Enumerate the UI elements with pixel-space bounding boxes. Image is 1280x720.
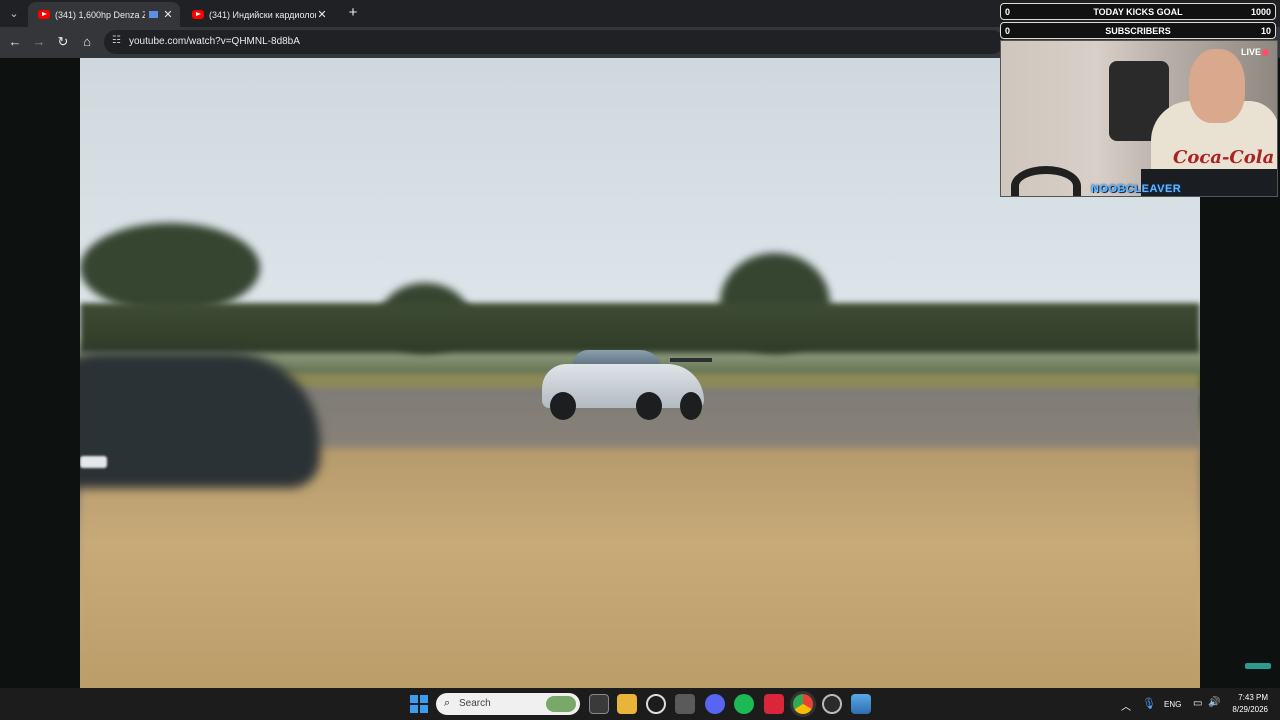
racing-wheel	[1011, 166, 1081, 196]
tab-title: (341) Индийски кардиолог ме	[209, 9, 316, 20]
live-badge: LIVE	[1241, 47, 1269, 57]
store-icon[interactable]	[675, 694, 695, 714]
youtube-icon	[38, 10, 50, 19]
chrome-icon[interactable]	[793, 694, 813, 714]
language-indicator[interactable]: ENG	[1164, 700, 1181, 709]
obs-icon[interactable]	[822, 694, 842, 714]
taskbar-search[interactable]: ⌕ Search	[436, 693, 580, 715]
network-icon[interactable]: ▭	[1193, 698, 1202, 709]
close-tab-icon[interactable]: ✕	[162, 8, 174, 21]
tab-title: (341) 1,600hp Denza Z v La	[55, 9, 145, 20]
silver-sports-car	[542, 350, 712, 420]
subs-label: SUBSCRIBERS	[1105, 26, 1171, 36]
file-explorer-icon[interactable]	[617, 694, 637, 714]
tray-overflow-icon[interactable]: ︿	[1121, 698, 1131, 713]
reload-icon[interactable]: ↻	[54, 33, 72, 51]
tab-cardiologist-video[interactable]: (341) Индийски кардиолог ме ✕	[182, 2, 334, 27]
task-view-icon[interactable]	[589, 694, 609, 714]
shirt-logo: Coca-Cola	[1173, 147, 1275, 168]
microphone-icon[interactable]: 🎙	[1142, 697, 1156, 710]
subs-current: 0	[1005, 26, 1011, 36]
red-app-icon[interactable]	[764, 694, 784, 714]
clock-date[interactable]: 8/29/2026	[1224, 705, 1268, 714]
tab-search-chevron-icon[interactable]: ⌄	[4, 4, 24, 24]
search-highlight-icon	[546, 696, 576, 712]
windows-start-icon[interactable]	[409, 694, 429, 714]
webcam-overlay: Coca-Cola LIVE NOOBCLEAVER	[1000, 40, 1278, 197]
subs-target: 10	[1260, 26, 1271, 36]
tab-denza-video[interactable]: (341) 1,600hp Denza Z v La ✕	[28, 2, 180, 27]
goal-current: 0	[1005, 7, 1011, 17]
address-bar[interactable]: ☷ youtube.com/watch?v=QHMNL-8d8bA	[104, 30, 1004, 54]
treeline	[80, 303, 1200, 353]
back-arrow-icon[interactable]: ←	[6, 33, 24, 51]
home-icon[interactable]: ⌂	[78, 33, 96, 51]
dark-car	[80, 353, 320, 488]
windows-taskbar: ⌕ Search ︿ 🎙 ENG ▭ 🔊 7:43 PM 8/29/2026	[0, 688, 1280, 720]
site-info-icon[interactable]: ☷	[112, 35, 124, 47]
tree-blur	[80, 223, 260, 313]
subscribers-bar: SUBSCRIBERS 0 10	[1000, 22, 1276, 39]
live-dot-icon	[1262, 49, 1269, 56]
clock-time[interactable]: 7:43 PM	[1228, 693, 1268, 702]
youtube-icon	[192, 10, 204, 19]
photos-icon[interactable]	[851, 694, 871, 714]
new-tab-button[interactable]: +	[345, 4, 361, 22]
media-playing-icon	[149, 11, 158, 18]
streamer-handle: NOOBCLEAVER	[1091, 183, 1182, 195]
streamer-head	[1189, 49, 1245, 123]
goal-target: 1000	[1250, 7, 1271, 17]
live-text: LIVE	[1240, 47, 1261, 57]
url-text: youtube.com/watch?v=QHMNL-8d8bA	[129, 36, 300, 47]
volume-icon[interactable]: 🔊	[1208, 697, 1220, 708]
channel-watermark	[1245, 663, 1271, 669]
kicks-goal-bar: TODAY KICKS GOAL 0 1000	[1000, 3, 1276, 20]
close-tab-icon[interactable]: ✕	[316, 8, 328, 21]
dark-car-headlight	[80, 456, 107, 468]
search-placeholder: Search	[459, 698, 491, 709]
discord-icon[interactable]	[705, 694, 725, 714]
forward-arrow-icon[interactable]: →	[30, 33, 48, 51]
chatgpt-icon[interactable]	[646, 694, 666, 714]
spotify-icon[interactable]	[734, 694, 754, 714]
goal-label: TODAY KICKS GOAL	[1093, 7, 1183, 17]
search-icon: ⌕	[444, 697, 451, 709]
